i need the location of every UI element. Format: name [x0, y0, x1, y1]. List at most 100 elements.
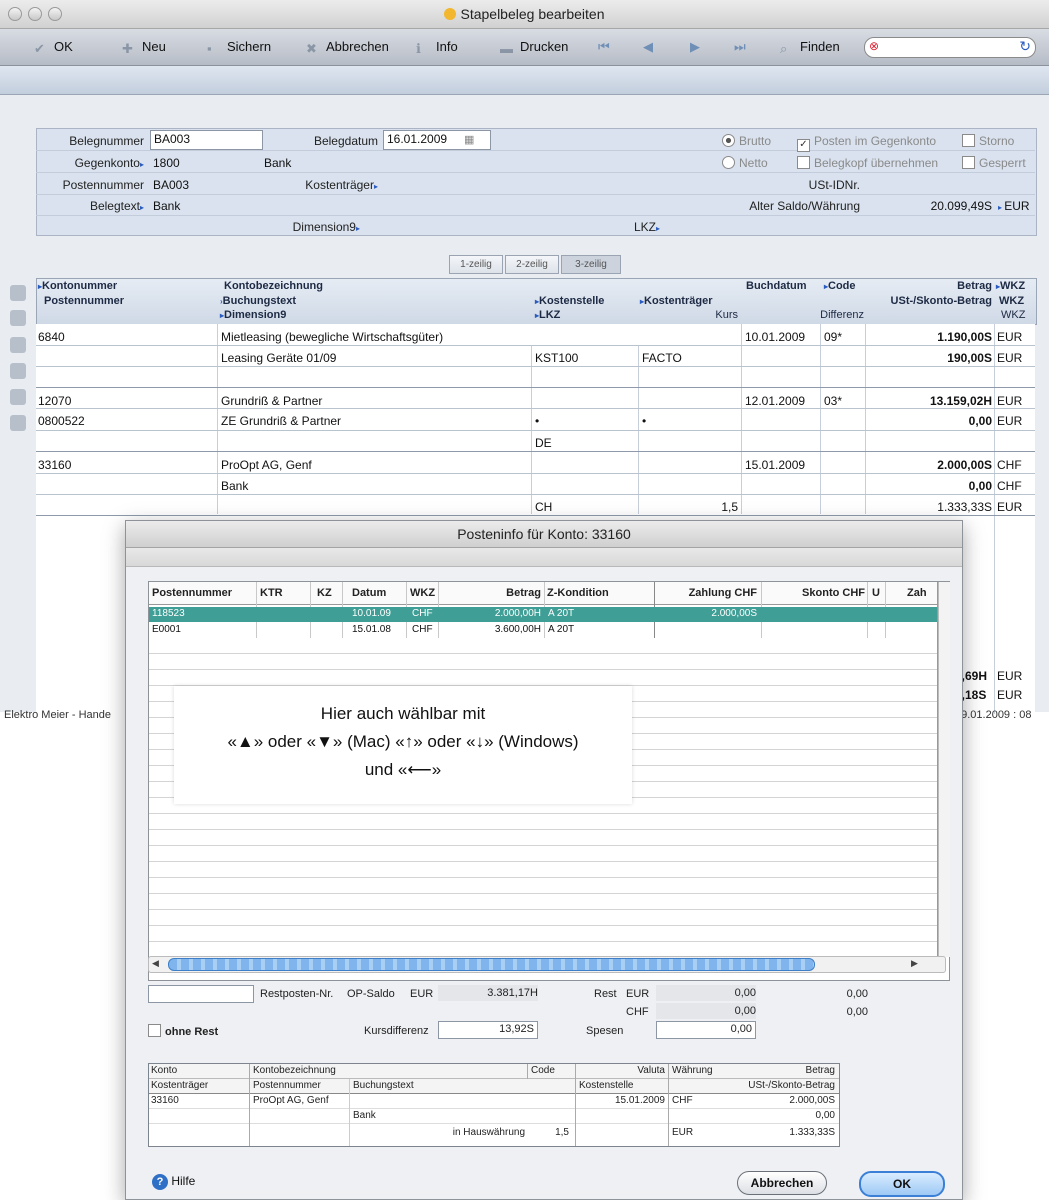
entry-2-bezeichnung[interactable]: Grundriß & Partner	[221, 394, 322, 408]
entry-1-bezeichnung[interactable]: Mietleasing (bewegliche Wirtschaftsgüter…	[221, 330, 443, 344]
col-ust-skonto[interactable]: USt-/Skonto-Betrag	[872, 295, 992, 307]
entry-1-ust[interactable]: 190,00S	[870, 351, 992, 365]
postennummer-field[interactable]: BA003	[153, 178, 189, 192]
row2-datum[interactable]: 15.01.08	[352, 624, 391, 635]
col-postennummer[interactable]: Postennummer	[44, 295, 124, 307]
belegnummer-field[interactable]: BA003	[150, 130, 263, 150]
col-kostenstelle[interactable]: ▸Kostenstelle	[535, 295, 604, 307]
entry-3-wkz[interactable]: CHF	[997, 458, 1022, 472]
posten-gegenkonto-checkbox[interactable]: ✓ Posten im Gegenkonto	[797, 134, 936, 152]
entry-2-kostentraeger[interactable]: •	[642, 414, 646, 428]
clear-search-icon[interactable]: ⊗	[869, 39, 879, 53]
col-dimension9[interactable]: ▸Dimension9	[220, 309, 286, 321]
sidebar-calc-icon[interactable]	[10, 389, 26, 405]
brutto-radio[interactable]: Brutto	[722, 134, 771, 148]
tab-1-zeilig[interactable]: 1-zeilig	[449, 255, 503, 274]
alter-saldo-currency[interactable]: ▸ EUR	[998, 199, 1030, 213]
col-postennummer[interactable]: Postennummer	[152, 587, 232, 599]
col-skonto-chf[interactable]: Skonto CHF	[765, 587, 865, 599]
col-zahlung-chf[interactable]: Zahlung CHF	[659, 587, 757, 599]
entry-2-buchungstext[interactable]: ZE Grundriß & Partner	[221, 414, 341, 428]
entry-3-datum[interactable]: 15.01.2009	[745, 458, 805, 472]
entry-2-code[interactable]: 03*	[824, 394, 842, 408]
col-ktr[interactable]: KTR	[260, 587, 283, 599]
scroll-right-icon[interactable]: ▶	[911, 958, 918, 969]
sidebar-list2-icon[interactable]	[10, 363, 26, 379]
col-betrag[interactable]: Betrag	[449, 587, 541, 599]
sidebar-tag-icon[interactable]	[10, 415, 26, 431]
entry-1-wkz[interactable]: EUR	[997, 330, 1022, 344]
col-u[interactable]: U	[872, 587, 880, 599]
entry-2-wkz2[interactable]: EUR	[997, 414, 1022, 428]
row1-wkz[interactable]: CHF	[412, 608, 433, 619]
list-row-selected[interactable]	[149, 607, 937, 622]
storno-checkbox[interactable]: Storno	[962, 134, 1014, 148]
refresh-icon[interactable]: ↻	[1019, 38, 1031, 55]
col-datum[interactable]: Datum	[352, 587, 386, 599]
col-kontobezeichnung[interactable]: Kontobezeichnung	[224, 280, 323, 292]
entry-2-ust[interactable]: 0,00	[870, 414, 992, 428]
col-kontonummer[interactable]: ▸Kontonummer	[38, 280, 117, 292]
kursdifferenz-field[interactable]: 13,92S	[438, 1021, 538, 1039]
belegkopf-checkbox[interactable]: Belegkopf übernehmen	[797, 156, 938, 170]
ohne-rest-checkbox[interactable]: ohne Rest	[148, 1024, 218, 1038]
col-betrag[interactable]: Betrag	[870, 280, 992, 292]
entry-3-buchungstext[interactable]: Bank	[221, 479, 248, 493]
row1-betrag[interactable]: 2.000,00H	[449, 608, 541, 619]
restposten-input[interactable]	[148, 985, 254, 1003]
cancel-button[interactable]: ✖ Abbrechen	[306, 39, 389, 56]
col-zah[interactable]: Zah	[907, 587, 927, 599]
row1-z-kondition[interactable]: A 20T	[548, 608, 574, 619]
entry-2-kostenstelle[interactable]: •	[535, 414, 539, 428]
col-wkz2[interactable]: WKZ	[999, 295, 1024, 307]
col-lkz[interactable]: ▸LKZ	[535, 309, 560, 321]
link-arrow-icon[interactable]: ▸	[140, 160, 144, 169]
entry-1-konto[interactable]: 6840	[38, 330, 65, 344]
first-record-icon[interactable]: ⏮	[598, 39, 610, 55]
col-wkz[interactable]: ▸WKZ	[996, 280, 1025, 292]
row1-postennummer[interactable]: 118523	[152, 608, 185, 619]
row1-datum[interactable]: 10.01.09	[352, 608, 391, 619]
previous-record-icon[interactable]: ◀	[643, 39, 653, 55]
entry-2-konto[interactable]: 12070	[38, 394, 71, 408]
row2-betrag[interactable]: 3.600,00H	[449, 624, 541, 635]
col-code[interactable]: ▸Code	[824, 280, 856, 292]
entry-3-wkz2[interactable]: CHF	[997, 479, 1022, 493]
entry-3-wkz3[interactable]: EUR	[997, 500, 1022, 514]
belegdatum-field[interactable]: 16.01.2009	[383, 130, 491, 150]
print-button[interactable]: ▬ Drucken	[500, 39, 568, 56]
entry-1-wkz2[interactable]: EUR	[997, 351, 1022, 365]
link-arrow-icon[interactable]: ▸	[374, 182, 378, 191]
link-arrow-icon[interactable]: ▸	[356, 224, 360, 233]
entry-1-code[interactable]: 09*	[824, 330, 842, 344]
entry-2-lkz[interactable]: DE	[535, 436, 552, 450]
tab-3-zeilig[interactable]: 3-zeilig	[561, 255, 621, 274]
entry-1-datum[interactable]: 10.01.2009	[745, 330, 805, 344]
row2-wkz[interactable]: CHF	[412, 624, 433, 635]
entry-1-kostenstelle[interactable]: KST100	[535, 351, 578, 365]
find-button[interactable]: ⌕ Finden	[780, 39, 840, 56]
search-input[interactable]: ⊗ ↻	[864, 37, 1036, 58]
entry-3-konto[interactable]: 33160	[38, 458, 71, 472]
entry-3-ust[interactable]: 0,00	[870, 479, 992, 493]
sidebar-list-icon[interactable]	[10, 337, 26, 353]
col-kurs[interactable]: Kurs	[700, 309, 738, 321]
entry-1-betrag[interactable]: 1.190,00S	[870, 330, 992, 344]
next-record-icon[interactable]: ▶	[690, 39, 700, 55]
vertical-scrollbar[interactable]	[938, 582, 950, 957]
tab-2-zeilig[interactable]: 2-zeilig	[505, 255, 559, 274]
sidebar-tool-icon[interactable]	[10, 285, 26, 301]
col-wkz3[interactable]: WKZ	[1001, 309, 1025, 321]
link-arrow-icon[interactable]: ▸	[140, 203, 144, 212]
gesperrt-checkbox[interactable]: Gesperrt	[962, 156, 1026, 170]
netto-radio[interactable]: Netto	[722, 156, 768, 170]
row2-z-kondition[interactable]: A 20T	[548, 624, 574, 635]
entry-3-lkz[interactable]: CH	[535, 500, 552, 514]
save-button[interactable]: ▪ Sichern	[207, 39, 271, 56]
scroll-thumb[interactable]	[168, 958, 815, 971]
entry-3-hauswaehrung[interactable]: 1.333,33S	[870, 500, 992, 514]
ok-button[interactable]: ✔ OK	[34, 39, 73, 56]
last-record-icon[interactable]: ⏭	[734, 39, 746, 55]
new-button[interactable]: ✚ Neu	[122, 39, 166, 56]
belegtext-field[interactable]: Bank	[153, 199, 180, 213]
